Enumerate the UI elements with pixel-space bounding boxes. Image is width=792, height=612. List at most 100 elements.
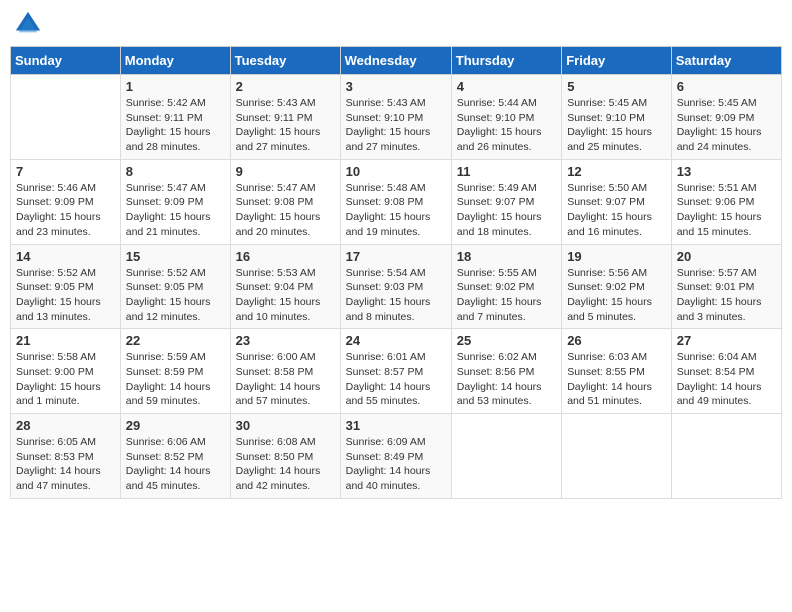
weekday-header-monday: Monday <box>120 47 230 75</box>
day-number: 10 <box>346 164 446 179</box>
calendar-cell: 16 Sunrise: 5:53 AM Sunset: 9:04 PM Dayli… <box>230 244 340 329</box>
calendar-cell <box>671 414 781 499</box>
calendar-table: SundayMondayTuesdayWednesdayThursdayFrid… <box>10 46 782 499</box>
day-number: 5 <box>567 79 666 94</box>
day-info: Sunrise: 5:51 AM Sunset: 9:06 PM Dayligh… <box>677 181 776 240</box>
day-number: 23 <box>236 333 335 348</box>
calendar-cell: 4 Sunrise: 5:44 AM Sunset: 9:10 PM Daylig… <box>451 75 561 160</box>
calendar-cell: 9 Sunrise: 5:47 AM Sunset: 9:08 PM Daylig… <box>230 159 340 244</box>
day-number: 30 <box>236 418 335 433</box>
day-number: 11 <box>457 164 556 179</box>
weekday-header-row: SundayMondayTuesdayWednesdayThursdayFrid… <box>11 47 782 75</box>
calendar-week-row: 21Sunrise: 5:58 AM Sunset: 9:00 PM Dayli… <box>11 329 782 414</box>
calendar-cell: 3 Sunrise: 5:43 AM Sunset: 9:10 PM Daylig… <box>340 75 451 160</box>
day-info: Sunrise: 5:53 AM Sunset: 9:04 PM Dayligh… <box>236 266 335 325</box>
page-header <box>10 10 782 38</box>
day-number: 13 <box>677 164 776 179</box>
day-number: 25 <box>457 333 556 348</box>
day-info: Sunrise: 5:42 AM Sunset: 9:11 PM Dayligh… <box>126 96 225 155</box>
calendar-cell: 19 Sunrise: 5:56 AM Sunset: 9:02 PM Dayli… <box>562 244 672 329</box>
day-number: 4 <box>457 79 556 94</box>
day-number: 18 <box>457 249 556 264</box>
calendar-cell: 22 Sunrise: 5:59 AM Sunset: 8:59 PM Dayli… <box>120 329 230 414</box>
day-number: 21 <box>16 333 115 348</box>
calendar-cell: 13 Sunrise: 5:51 AM Sunset: 9:06 PM Dayli… <box>671 159 781 244</box>
day-number: 22 <box>126 333 225 348</box>
calendar-cell: 30 Sunrise: 6:08 AM Sunset: 8:50 PM Dayli… <box>230 414 340 499</box>
day-number: 26 <box>567 333 666 348</box>
calendar-cell: 2 Sunrise: 5:43 AM Sunset: 9:11 PM Daylig… <box>230 75 340 160</box>
day-number: 8 <box>126 164 225 179</box>
logo <box>14 10 46 38</box>
day-info: Sunrise: 5:43 AM Sunset: 9:11 PM Dayligh… <box>236 96 335 155</box>
calendar-cell: 8 Sunrise: 5:47 AM Sunset: 9:09 PM Daylig… <box>120 159 230 244</box>
day-info: Sunrise: 5:50 AM Sunset: 9:07 PM Dayligh… <box>567 181 666 240</box>
calendar-cell: 21Sunrise: 5:58 AM Sunset: 9:00 PM Dayli… <box>11 329 121 414</box>
day-info: Sunrise: 6:09 AM Sunset: 8:49 PM Dayligh… <box>346 435 446 494</box>
day-info: Sunrise: 5:52 AM Sunset: 9:05 PM Dayligh… <box>126 266 225 325</box>
calendar-cell: 6Sunrise: 5:45 AM Sunset: 9:09 PM Daylig… <box>671 75 781 160</box>
day-number: 2 <box>236 79 335 94</box>
day-info: Sunrise: 6:02 AM Sunset: 8:56 PM Dayligh… <box>457 350 556 409</box>
calendar-week-row: 7 Sunrise: 5:46 AM Sunset: 9:09 PM Daylig… <box>11 159 782 244</box>
weekday-header-sunday: Sunday <box>11 47 121 75</box>
calendar-cell <box>11 75 121 160</box>
day-info: Sunrise: 6:08 AM Sunset: 8:50 PM Dayligh… <box>236 435 335 494</box>
day-info: Sunrise: 5:49 AM Sunset: 9:07 PM Dayligh… <box>457 181 556 240</box>
calendar-cell: 26 Sunrise: 6:03 AM Sunset: 8:55 PM Dayli… <box>562 329 672 414</box>
day-info: Sunrise: 6:06 AM Sunset: 8:52 PM Dayligh… <box>126 435 225 494</box>
calendar-cell: 17 Sunrise: 5:54 AM Sunset: 9:03 PM Dayli… <box>340 244 451 329</box>
calendar-cell <box>562 414 672 499</box>
calendar-cell: 25 Sunrise: 6:02 AM Sunset: 8:56 PM Dayli… <box>451 329 561 414</box>
day-info: Sunrise: 5:56 AM Sunset: 9:02 PM Dayligh… <box>567 266 666 325</box>
calendar-cell: 27 Sunrise: 6:04 AM Sunset: 8:54 PM Dayli… <box>671 329 781 414</box>
weekday-header-wednesday: Wednesday <box>340 47 451 75</box>
calendar-cell: 24 Sunrise: 6:01 AM Sunset: 8:57 PM Dayli… <box>340 329 451 414</box>
weekday-header-tuesday: Tuesday <box>230 47 340 75</box>
logo-icon <box>14 10 42 38</box>
day-info: Sunrise: 5:52 AM Sunset: 9:05 PM Dayligh… <box>16 266 115 325</box>
day-info: Sunrise: 6:03 AM Sunset: 8:55 PM Dayligh… <box>567 350 666 409</box>
calendar-cell: 29 Sunrise: 6:06 AM Sunset: 8:52 PM Dayli… <box>120 414 230 499</box>
day-number: 14 <box>16 249 115 264</box>
day-number: 17 <box>346 249 446 264</box>
day-info: Sunrise: 6:01 AM Sunset: 8:57 PM Dayligh… <box>346 350 446 409</box>
calendar-cell: 1 Sunrise: 5:42 AM Sunset: 9:11 PM Daylig… <box>120 75 230 160</box>
day-number: 27 <box>677 333 776 348</box>
day-number: 7 <box>16 164 115 179</box>
calendar-cell: 20Sunrise: 5:57 AM Sunset: 9:01 PM Dayli… <box>671 244 781 329</box>
day-info: Sunrise: 5:48 AM Sunset: 9:08 PM Dayligh… <box>346 181 446 240</box>
calendar-cell: 10 Sunrise: 5:48 AM Sunset: 9:08 PM Dayli… <box>340 159 451 244</box>
day-number: 24 <box>346 333 446 348</box>
day-number: 31 <box>346 418 446 433</box>
day-info: Sunrise: 5:46 AM Sunset: 9:09 PM Dayligh… <box>16 181 115 240</box>
day-info: Sunrise: 5:44 AM Sunset: 9:10 PM Dayligh… <box>457 96 556 155</box>
calendar-cell: 23 Sunrise: 6:00 AM Sunset: 8:58 PM Dayli… <box>230 329 340 414</box>
day-info: Sunrise: 5:59 AM Sunset: 8:59 PM Dayligh… <box>126 350 225 409</box>
day-info: Sunrise: 5:47 AM Sunset: 9:08 PM Dayligh… <box>236 181 335 240</box>
calendar-cell: 14 Sunrise: 5:52 AM Sunset: 9:05 PM Dayli… <box>11 244 121 329</box>
day-info: Sunrise: 5:45 AM Sunset: 9:10 PM Dayligh… <box>567 96 666 155</box>
day-number: 20 <box>677 249 776 264</box>
day-info: Sunrise: 5:43 AM Sunset: 9:10 PM Dayligh… <box>346 96 446 155</box>
calendar-cell: 31 Sunrise: 6:09 AM Sunset: 8:49 PM Dayli… <box>340 414 451 499</box>
calendar-week-row: 28Sunrise: 6:05 AM Sunset: 8:53 PM Dayli… <box>11 414 782 499</box>
day-number: 3 <box>346 79 446 94</box>
calendar-week-row: 1 Sunrise: 5:42 AM Sunset: 9:11 PM Daylig… <box>11 75 782 160</box>
weekday-header-thursday: Thursday <box>451 47 561 75</box>
day-info: Sunrise: 5:45 AM Sunset: 9:09 PM Dayligh… <box>677 96 776 155</box>
calendar-cell: 18Sunrise: 5:55 AM Sunset: 9:02 PM Dayli… <box>451 244 561 329</box>
weekday-header-saturday: Saturday <box>671 47 781 75</box>
day-number: 9 <box>236 164 335 179</box>
calendar-cell: 5 Sunrise: 5:45 AM Sunset: 9:10 PM Daylig… <box>562 75 672 160</box>
day-number: 19 <box>567 249 666 264</box>
day-info: Sunrise: 5:47 AM Sunset: 9:09 PM Dayligh… <box>126 181 225 240</box>
calendar-cell: 7 Sunrise: 5:46 AM Sunset: 9:09 PM Daylig… <box>11 159 121 244</box>
day-info: Sunrise: 6:00 AM Sunset: 8:58 PM Dayligh… <box>236 350 335 409</box>
day-number: 1 <box>126 79 225 94</box>
day-info: Sunrise: 5:54 AM Sunset: 9:03 PM Dayligh… <box>346 266 446 325</box>
day-number: 29 <box>126 418 225 433</box>
calendar-cell: 15Sunrise: 5:52 AM Sunset: 9:05 PM Dayli… <box>120 244 230 329</box>
day-info: Sunrise: 6:04 AM Sunset: 8:54 PM Dayligh… <box>677 350 776 409</box>
day-number: 16 <box>236 249 335 264</box>
